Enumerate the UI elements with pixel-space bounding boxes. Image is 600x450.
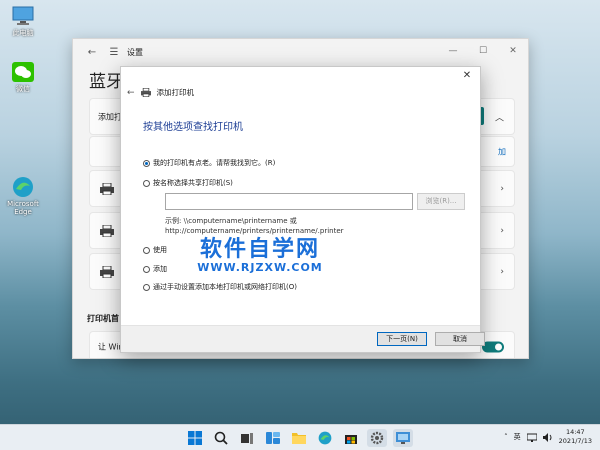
radio-unselected[interactable]: [143, 265, 150, 273]
add-printer-label: 添加打: [98, 112, 122, 121]
desktop-icon-label: Microsoft Edge: [7, 200, 39, 216]
window-controls: — ☐ ✕: [438, 39, 528, 63]
widgets-icon[interactable]: [263, 429, 283, 447]
option-label: 按名称选择共享打印机(S): [153, 179, 233, 187]
store-icon[interactable]: [341, 429, 361, 447]
chevron-up-icon[interactable]: ˄: [504, 433, 508, 441]
file-explorer-icon[interactable]: [289, 429, 309, 447]
dialog-header: ← 添加打印机: [127, 87, 194, 98]
minimize-icon[interactable]: —: [438, 39, 468, 63]
maximize-icon[interactable]: ☐: [468, 39, 498, 63]
default-printer-toggle[interactable]: [482, 341, 504, 352]
desktop-icon-this-pc[interactable]: 此电脑: [0, 6, 46, 38]
settings-icon[interactable]: [367, 429, 387, 447]
network-icon[interactable]: [526, 433, 537, 442]
example-text: 示例: \\computername\printername 或 http://…: [165, 216, 344, 236]
desktop-icon-label: 此电脑: [12, 29, 34, 37]
option-older-printer[interactable]: 我的打印机有点老。请帮我找到它。(R): [143, 158, 275, 168]
windows-start-icon[interactable]: [185, 429, 205, 447]
system-tray: ˄ 英 14:47 2021/7/13: [504, 428, 592, 446]
option-label: 添加: [153, 265, 167, 273]
next-button[interactable]: 下一页(N): [377, 332, 427, 346]
task-view-icon[interactable]: [237, 429, 257, 447]
edge-icon: [13, 177, 33, 197]
radio-unselected[interactable]: [143, 246, 150, 254]
desktop-icon-wechat[interactable]: 微信: [0, 62, 46, 94]
menu-icon[interactable]: ☰: [103, 47, 125, 58]
printer-icon: [100, 182, 114, 195]
cancel-button[interactable]: 取消: [435, 332, 485, 346]
dialog-header-label: 添加打印机: [156, 88, 195, 97]
back-arrow-icon[interactable]: ←: [81, 47, 103, 58]
desktop-icon-label: 微信: [16, 85, 30, 93]
dialog-footer: 下一页(N) 取消: [121, 325, 485, 352]
volume-icon[interactable]: [542, 432, 553, 442]
wechat-icon: [12, 62, 34, 82]
back-arrow-icon[interactable]: ←: [127, 88, 135, 98]
example-line: 示例: \\computername\printername 或: [165, 217, 297, 225]
dialog-title: 按其他选项查找打印机: [143, 122, 243, 133]
add-manually-link[interactable]: 加: [498, 146, 506, 157]
chevron-right-icon[interactable]: ›: [500, 267, 504, 277]
page-title: 蓝牙: [89, 72, 123, 92]
option-local-manual[interactable]: 通过手动设置添加本地打印机或网络打印机(O): [143, 282, 297, 292]
option-tcpip[interactable]: 使用: [143, 245, 167, 255]
option-label: 我的打印机有点老。请帮我找到它。(R): [153, 159, 276, 167]
clock-date: 2021/7/13: [558, 437, 592, 445]
settings-title: 设置: [127, 47, 143, 57]
desktop-icon-edge[interactable]: Microsoft Edge: [0, 176, 46, 216]
option-bluetooth[interactable]: 添加: [143, 264, 167, 274]
search-icon[interactable]: [211, 429, 231, 447]
add-printer-dialog: ✕ ← 添加打印机 按其他选项查找打印机 我的打印机有点老。请帮我找到它。(R)…: [120, 66, 485, 353]
shared-printer-name-input[interactable]: [165, 193, 413, 210]
example-line: http://computername/printers/printername…: [165, 227, 344, 235]
clock-time: 14:47: [565, 428, 585, 436]
chevron-right-icon[interactable]: ›: [500, 184, 504, 194]
printer-preferences-heading: 打印机首: [87, 314, 119, 323]
option-label: 使用: [153, 246, 167, 254]
language-indicator[interactable]: 英: [514, 432, 521, 442]
taskbar: ˄ 英 14:47 2021/7/13: [0, 424, 600, 450]
clock[interactable]: 14:47 2021/7/13: [559, 428, 592, 446]
radio-selected[interactable]: [143, 159, 150, 167]
radio-unselected[interactable]: [143, 179, 150, 187]
browse-button[interactable]: 浏览(R)...: [417, 193, 465, 210]
taskbar-apps: [185, 429, 413, 447]
close-icon[interactable]: ✕: [460, 70, 474, 81]
close-icon[interactable]: ✕: [498, 39, 528, 63]
radio-unselected[interactable]: [143, 283, 150, 291]
printer-icon: [140, 88, 151, 97]
chevron-right-icon[interactable]: ›: [500, 226, 504, 236]
computer-icon: [12, 6, 34, 25]
fax-icon: [100, 224, 114, 237]
option-label: 通过手动设置添加本地打印机或网络打印机(O): [153, 283, 297, 291]
control-panel-icon[interactable]: [393, 429, 413, 447]
printer-icon: [100, 265, 114, 278]
edge-icon[interactable]: [315, 429, 335, 447]
chevron-up-icon[interactable]: ︿: [495, 110, 504, 123]
option-shared-printer[interactable]: 按名称选择共享打印机(S): [143, 178, 233, 188]
